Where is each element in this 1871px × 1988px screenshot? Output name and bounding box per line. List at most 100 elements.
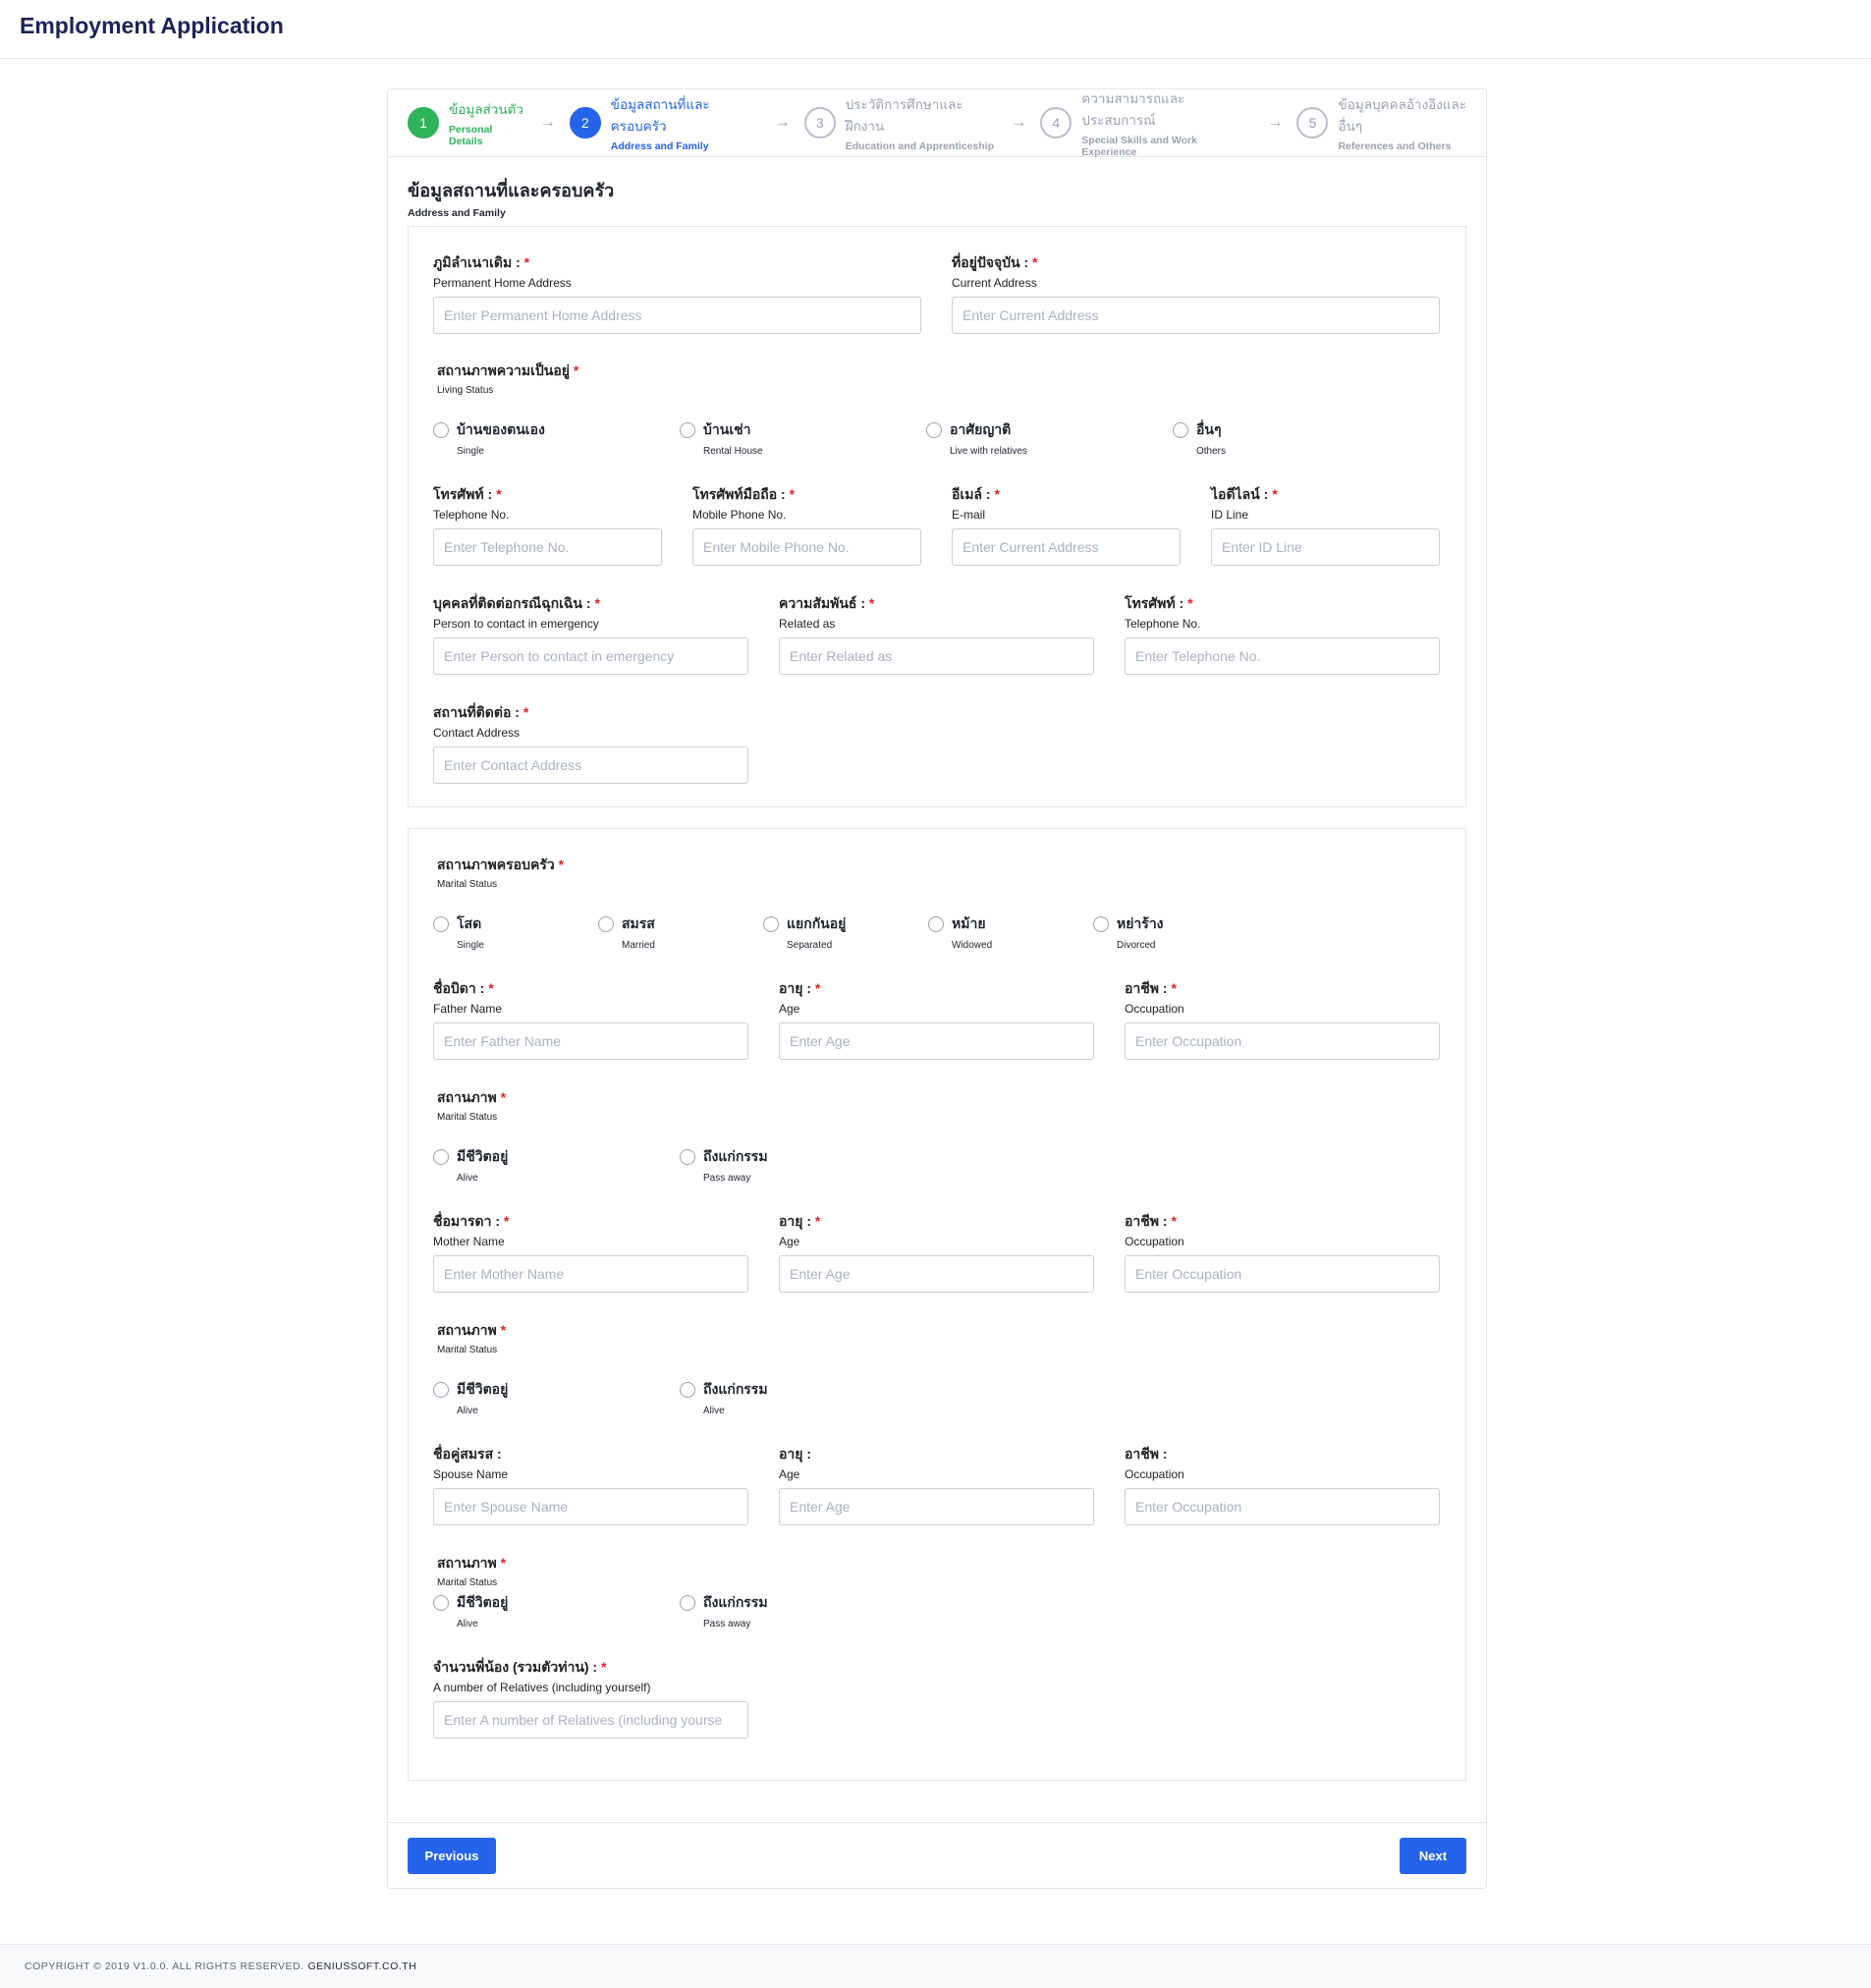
email-input[interactable]: Enter Current Address xyxy=(952,528,1181,566)
radio-button[interactable] xyxy=(433,1595,449,1611)
contact-input[interactable]: Enter Contact Address xyxy=(433,746,748,784)
radio-option[interactable]: มีชีวิตอยู่ Alive xyxy=(433,1379,680,1416)
label-th: โทรศัพท์ : xyxy=(1125,595,1184,611)
label-th: สถานภาพความเป็นอยู่ xyxy=(437,362,570,378)
socc-placeholder: Enter Occupation xyxy=(1135,1499,1242,1515)
field-email: อีเมล์ : * E-mail Enter Current Address xyxy=(952,484,1181,566)
radio-option[interactable]: หย่าร้าง Divorced xyxy=(1093,913,1258,951)
label-en: Occupation xyxy=(1125,1002,1184,1016)
app-title: Employment Application xyxy=(20,13,284,38)
next-button[interactable]: Next xyxy=(1400,1838,1466,1874)
emg-input[interactable]: Enter Person to contact in emergency xyxy=(433,637,748,675)
radio-label-th: แยกกันอยู่ xyxy=(787,915,847,931)
label-en: A number of Relatives (including yoursel… xyxy=(433,1681,651,1694)
step-title-en: Special Skills and Work Experience xyxy=(1081,135,1197,158)
radio-option[interactable]: อื่นๆ Others xyxy=(1173,419,1419,457)
previous-button[interactable]: Previous xyxy=(408,1838,496,1874)
radio-button[interactable] xyxy=(763,916,779,932)
step-3[interactable]: 3 ประวัติการศึกษาและฝึกงาน Education and A… xyxy=(803,93,998,152)
radio-button[interactable] xyxy=(433,916,449,932)
radio-option[interactable]: ถึงแก่กรรม Pass away xyxy=(680,1592,926,1629)
radio-label-th: ถึงแก่กรรม xyxy=(703,1381,768,1397)
radio-label-th: บ้านของตนเอง xyxy=(457,421,545,437)
required-mark: * xyxy=(1171,1213,1177,1229)
radio-button[interactable] xyxy=(680,1595,695,1611)
sage-input[interactable]: Enter Age xyxy=(779,1488,1094,1525)
radio-button[interactable] xyxy=(433,1149,449,1165)
radio-button[interactable] xyxy=(1093,916,1109,932)
label-en: Father Name xyxy=(433,1002,503,1016)
step-1[interactable]: 1 ข้อมูลส่วนตัว Personal Details xyxy=(408,98,526,147)
company-link[interactable]: GENIUSSOFT.CO.TH xyxy=(307,1960,416,1972)
mocc-placeholder: Enter Occupation xyxy=(1135,1266,1242,1282)
label-en: Age xyxy=(779,1002,800,1016)
radio-label-th: หม้าย xyxy=(952,915,986,931)
required-mark: * xyxy=(500,1089,507,1105)
stepper: 1 ข้อมูลส่วนตัว Personal Details → 2 ข้อมูลสถ… xyxy=(388,87,1486,158)
perm-input[interactable]: Enter Permanent Home Address xyxy=(433,297,921,334)
father-input[interactable]: Enter Father Name xyxy=(433,1022,748,1060)
radio-label-th: โสด xyxy=(457,915,482,931)
fage-input[interactable]: Enter Age xyxy=(779,1022,1094,1060)
label-en: E-mail xyxy=(952,508,986,522)
father-placeholder: Enter Father Name xyxy=(444,1033,562,1049)
application-card: 1 ข้อมูลส่วนตัว Personal Details → 2 ข้อมูลสถ… xyxy=(387,88,1487,1889)
section-subtitle: Address and Family xyxy=(408,207,506,219)
radio-option[interactable]: บ้านของตนเอง Single xyxy=(433,419,680,457)
step-5[interactable]: 5 ข้อมูลบุคคลอ้างอิงและอื่นๆ References an… xyxy=(1296,93,1486,152)
radio-option[interactable]: อาศัยญาติ Live with relatives xyxy=(926,419,1173,457)
line-input[interactable]: Enter ID Line xyxy=(1211,528,1440,566)
step-title-en: References and Others xyxy=(1338,140,1452,152)
radio-button[interactable] xyxy=(928,916,944,932)
mob-input[interactable]: Enter Mobile Phone No. xyxy=(692,528,921,566)
tel-input[interactable]: Enter Telephone No. xyxy=(433,528,662,566)
radio-button[interactable] xyxy=(680,422,695,438)
step-number: 4 xyxy=(1040,107,1073,138)
radio-option[interactable]: ถึงแก่กรรม Alive xyxy=(680,1379,926,1416)
required-mark: * xyxy=(1187,595,1193,611)
field-emg: บุคคลที่ติดต่อกรณีฉุกเฉิน : * Person to c… xyxy=(433,593,748,675)
mother-input[interactable]: Enter Mother Name xyxy=(433,1255,748,1293)
radio-option[interactable]: บ้านเช่า Rental House xyxy=(680,419,926,457)
focc-input[interactable]: Enter Occupation xyxy=(1125,1022,1440,1060)
mocc-input[interactable]: Enter Occupation xyxy=(1125,1255,1440,1293)
socc-input[interactable]: Enter Occupation xyxy=(1125,1488,1440,1525)
spouse-input[interactable]: Enter Spouse Name xyxy=(433,1488,748,1525)
radio-button[interactable] xyxy=(598,916,614,932)
rel-input[interactable]: Enter Related as xyxy=(779,637,1094,675)
radio-option[interactable]: มีชีวิตอยู่ Alive xyxy=(433,1146,680,1184)
required-mark: * xyxy=(523,254,530,270)
radio-button[interactable] xyxy=(433,1382,449,1398)
radio-option[interactable]: หม้าย Widowed xyxy=(928,913,1093,951)
radio-button[interactable] xyxy=(1173,422,1188,438)
label-th: สถานภาพครอบครัว xyxy=(437,856,555,872)
field-line: ไอดีไลน์ : * ID Line Enter ID Line xyxy=(1211,484,1440,566)
radio-option[interactable]: โสด Single xyxy=(433,913,598,951)
radio-button[interactable] xyxy=(926,422,942,438)
step-title-th: ข้อมูลสถานที่และครอบครัว xyxy=(610,97,710,134)
label-en: Mother Name xyxy=(433,1235,505,1248)
step-2[interactable]: 2 ข้อมูลสถานที่และครอบครัว Address and Fam… xyxy=(569,93,761,152)
radio-option[interactable]: มีชีวิตอยู่ Alive xyxy=(433,1592,680,1629)
required-mark: * xyxy=(814,1213,821,1229)
cur-input[interactable]: Enter Current Address xyxy=(952,297,1440,334)
step-title-th: ข้อมูลบุคคลอ้างอิงและอื่นๆ xyxy=(1338,97,1467,134)
radio-option[interactable]: สมรส Married xyxy=(598,913,763,951)
label-th: อาชีพ : xyxy=(1125,980,1168,996)
step-4[interactable]: 4 ความสามารถและประสบการณ์ Special Skills a… xyxy=(1040,87,1253,158)
required-mark: * xyxy=(594,595,600,611)
radio-option[interactable]: แยกกันอยู่ Separated xyxy=(763,913,928,951)
required-mark: * xyxy=(814,980,821,996)
radio-button[interactable] xyxy=(680,1382,695,1398)
radio-label-th: อาศัยญาติ xyxy=(950,421,1012,437)
label-th: สถานภาพ xyxy=(437,1089,497,1105)
radio-button[interactable] xyxy=(433,422,449,438)
mage-placeholder: Enter Age xyxy=(790,1266,851,1282)
radio-label-en: Others xyxy=(1196,446,1227,457)
mage-input[interactable]: Enter Age xyxy=(779,1255,1094,1293)
radio-button[interactable] xyxy=(680,1149,695,1165)
radio-option[interactable]: ถึงแก่กรรม Pass away xyxy=(680,1146,926,1184)
step-number: 2 xyxy=(569,107,601,138)
relatives-input[interactable]: Enter A number of Relatives (including y… xyxy=(433,1701,748,1739)
emgtel-input[interactable]: Enter Telephone No. xyxy=(1125,637,1440,675)
